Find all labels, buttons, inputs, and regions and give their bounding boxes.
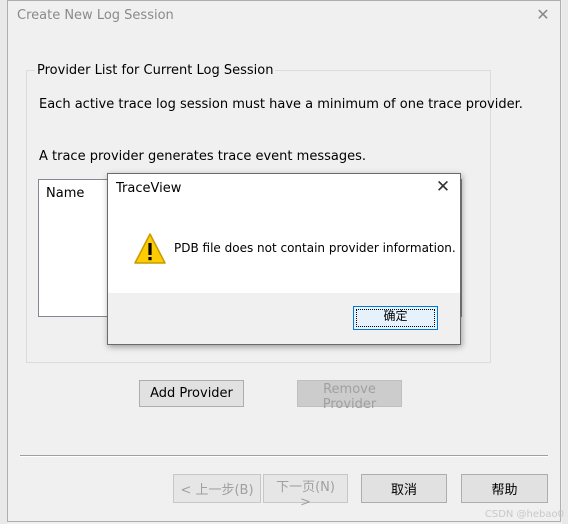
dialog-close-icon[interactable]: ✕: [434, 178, 452, 196]
dialog-title: TraceView: [116, 181, 182, 196]
back-button[interactable]: < 上一步(B): [173, 474, 261, 503]
warning-icon: [133, 232, 167, 266]
remove-provider-button[interactable]: Remove Provider: [297, 380, 402, 412]
ok-button[interactable]: 确定: [353, 306, 438, 330]
background-window-right-edge: [562, 0, 568, 524]
list-column-name: Name: [46, 186, 85, 201]
provider-requirement-text: Each active trace log session must have …: [39, 97, 523, 112]
add-provider-button[interactable]: Add Provider: [139, 380, 244, 407]
traceview-message-dialog: TraceView ✕ PDB file does not contain pr…: [107, 173, 461, 345]
dialog-footer: 确定: [108, 293, 460, 344]
window-close-icon[interactable]: ✕: [534, 6, 552, 24]
help-button[interactable]: 帮助: [461, 474, 548, 503]
dialog-message: PDB file does not contain provider infor…: [174, 241, 456, 255]
provider-description-text: A trace provider generates trace event m…: [39, 149, 366, 164]
watermark: CSDN @hebao0: [484, 509, 564, 520]
footer-separator: [20, 455, 548, 457]
ok-button-label: 确定: [383, 309, 408, 323]
group-label: Provider List for Current Log Session: [35, 63, 276, 78]
window-title: Create New Log Session: [17, 8, 174, 23]
cancel-button[interactable]: 取消: [361, 474, 447, 503]
next-button[interactable]: 下一页(N) >: [263, 474, 348, 510]
background-window-left-edge: [0, 0, 7, 524]
